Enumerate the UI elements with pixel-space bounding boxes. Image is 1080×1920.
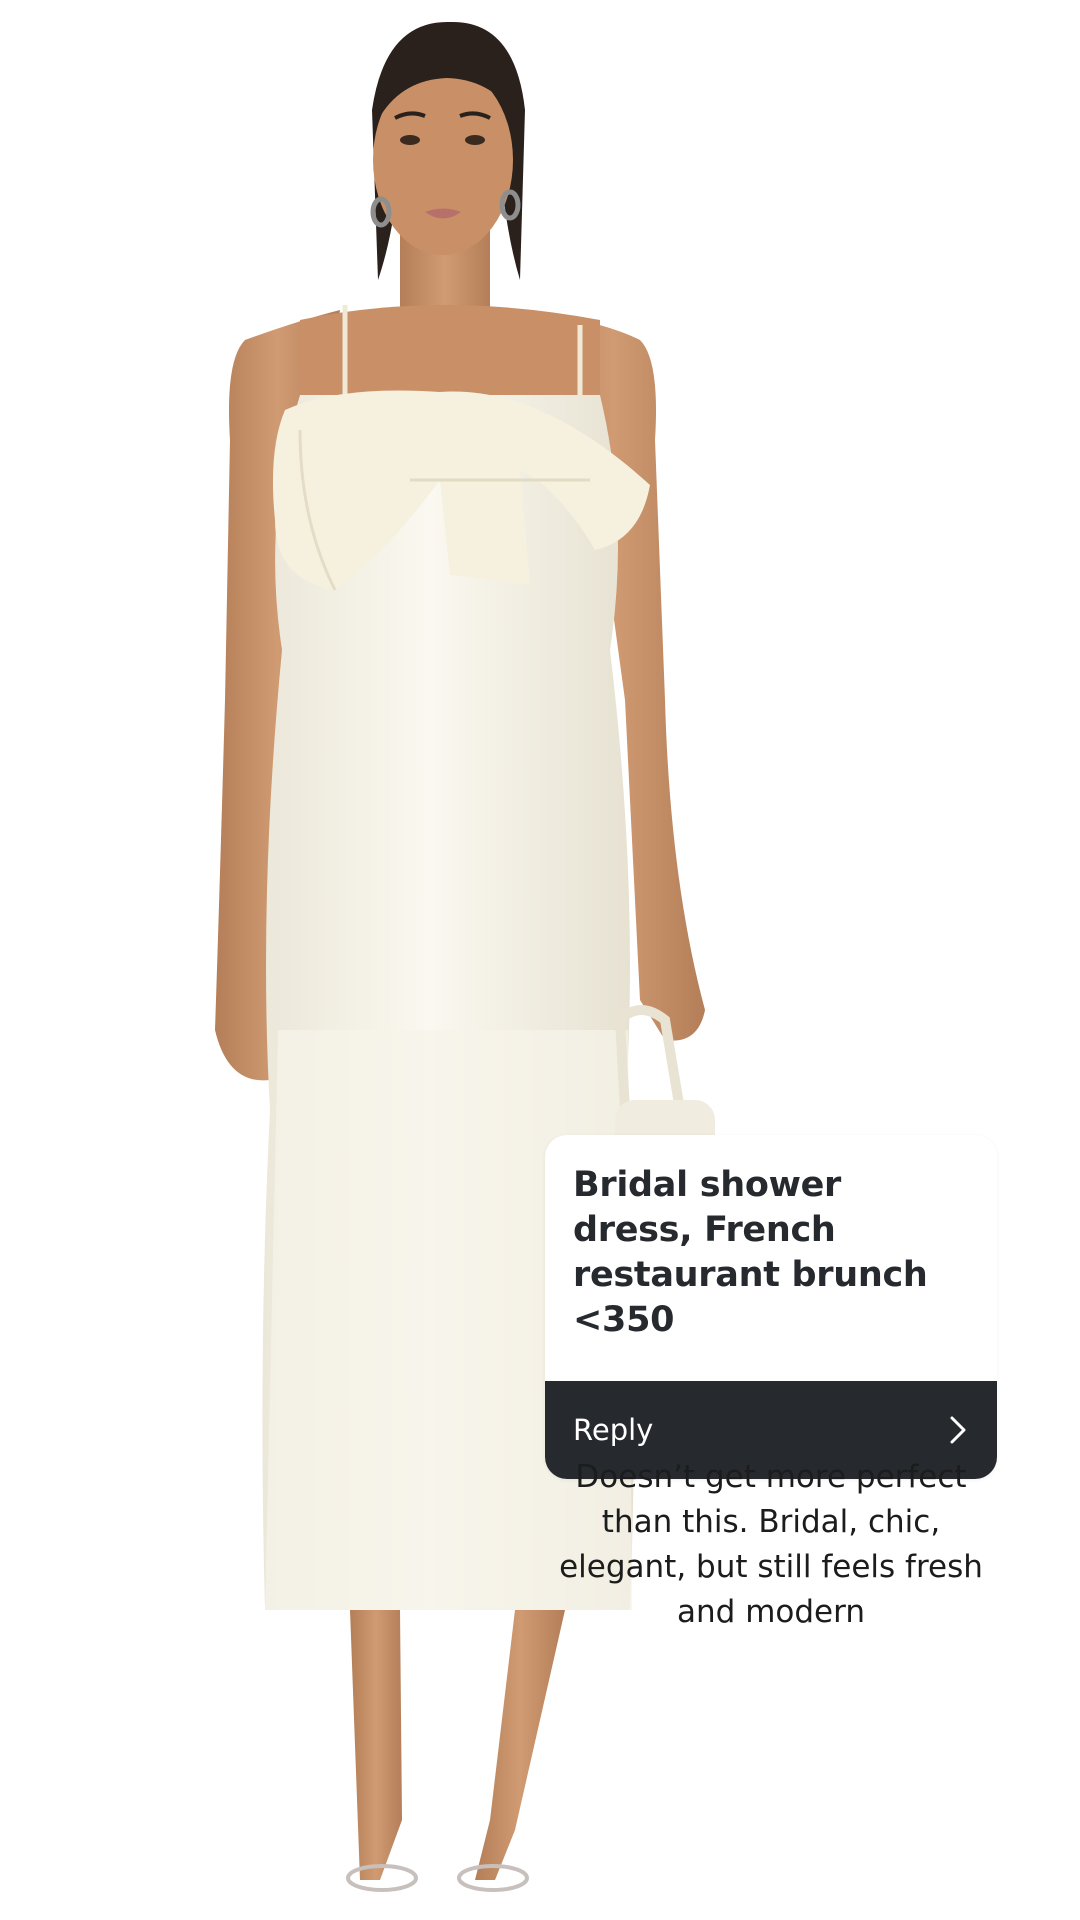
- story-canvas: Bridal shower dress, French restaurant b…: [0, 0, 1080, 1920]
- story-caption: Doesn’t get more perfect than this. Brid…: [559, 1459, 983, 1630]
- question-text: Bridal shower dress, French restaurant b…: [573, 1165, 928, 1340]
- reply-label: Reply: [573, 1413, 654, 1447]
- question-card: Bridal shower dress, French restaurant b…: [545, 1135, 997, 1479]
- chevron-right-icon: [947, 1415, 969, 1445]
